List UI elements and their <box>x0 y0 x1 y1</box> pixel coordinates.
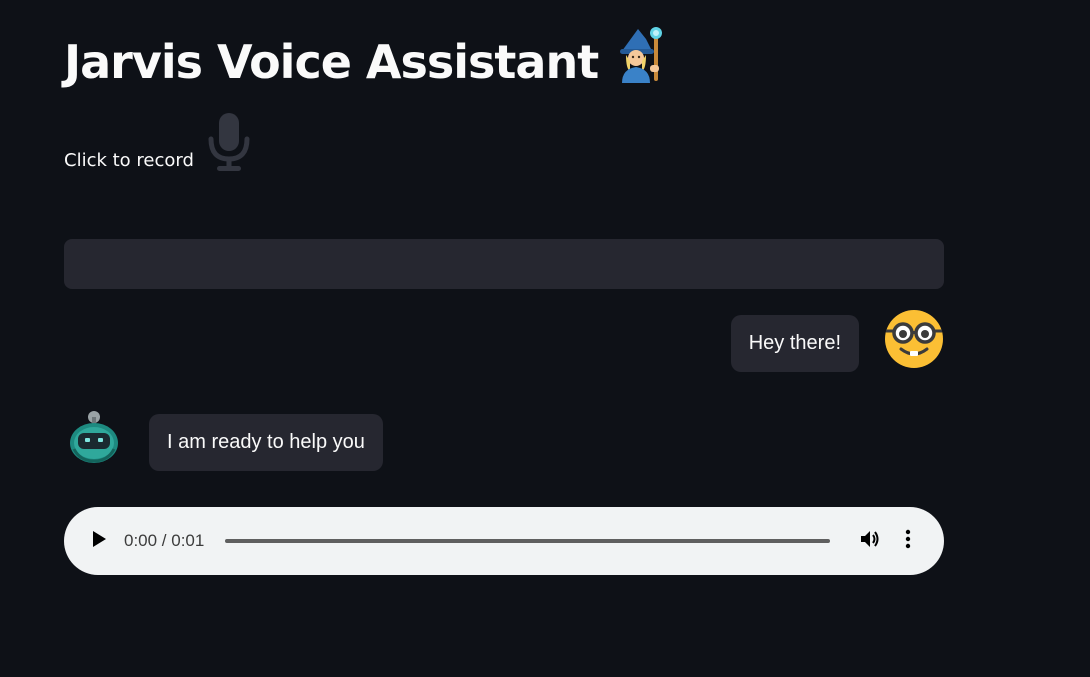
record-button[interactable] <box>206 112 252 176</box>
app-page: Jarvis Voice Assistant Click to record H… <box>0 0 1090 677</box>
audio-player: 0:00 / 0:01 <box>64 507 944 575</box>
microphone-icon <box>207 111 251 177</box>
record-label: Click to record <box>64 149 194 171</box>
robot-avatar-icon <box>66 409 122 465</box>
more-vertical-icon <box>905 529 911 553</box>
audio-seek-bar[interactable] <box>225 539 831 543</box>
assistant-message-bubble: I am ready to help you <box>149 414 383 471</box>
audio-time-display: 0:00 / 0:01 <box>124 531 205 550</box>
user-message-bubble: Hey there! <box>730 315 859 372</box>
more-options-button[interactable] <box>898 529 918 553</box>
volume-button[interactable] <box>858 529 882 553</box>
nerd-face-avatar-icon <box>884 309 944 369</box>
page-title: Jarvis Voice Assistant <box>64 26 666 99</box>
mage-emoji-icon <box>616 25 666 99</box>
transcript-output <box>64 239 944 289</box>
page-title-text: Jarvis Voice Assistant <box>64 35 599 89</box>
recorder-row: Click to record <box>64 112 252 176</box>
volume-icon <box>859 528 881 554</box>
play-button[interactable] <box>86 528 112 554</box>
play-icon <box>91 530 107 552</box>
user-message-text: Hey there! <box>748 332 841 354</box>
assistant-message-text: I am ready to help you <box>167 431 365 453</box>
